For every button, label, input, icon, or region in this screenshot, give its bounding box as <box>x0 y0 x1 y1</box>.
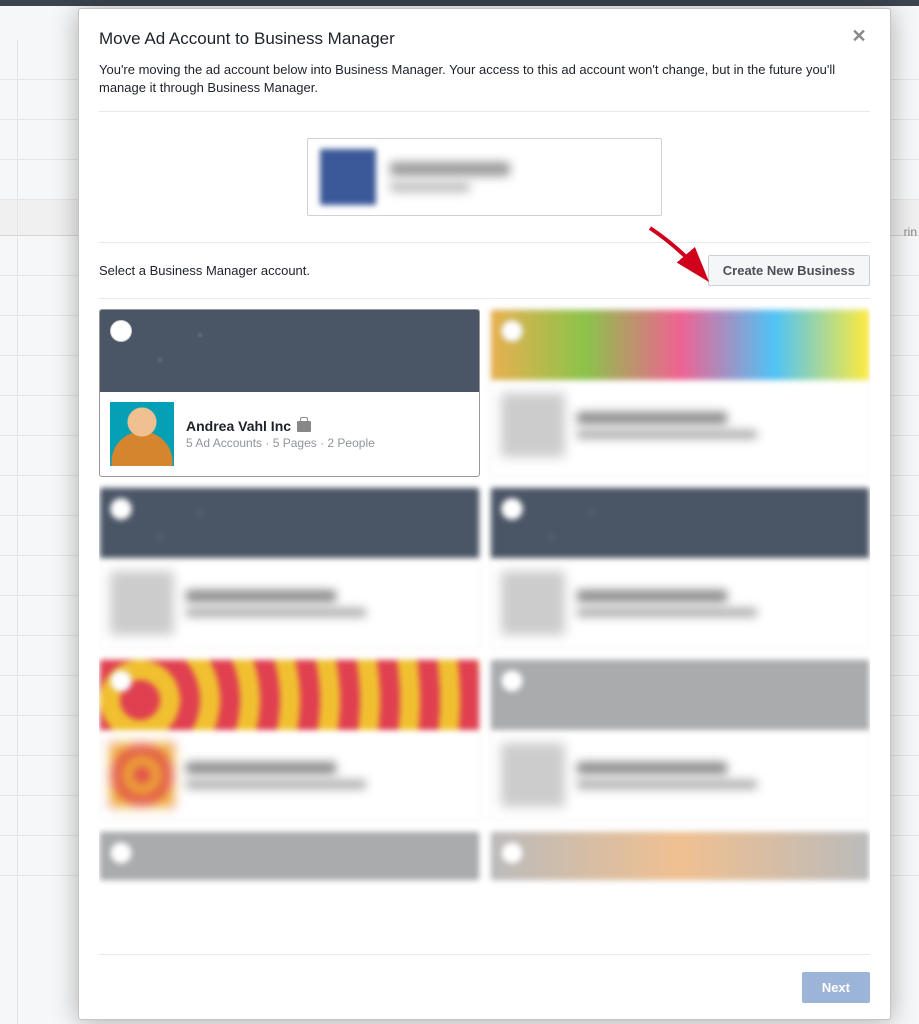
business-stats: 5 Ad Accounts · 5 Pages · 2 People <box>186 436 375 450</box>
modal-footer: Next <box>79 955 890 1019</box>
business-list[interactable]: Andrea Vahl Inc 5 Ad Accounts · 5 Pages … <box>99 298 870 944</box>
redacted-account-sub <box>390 182 470 192</box>
radio-icon[interactable] <box>501 320 523 342</box>
redacted-text <box>186 608 366 617</box>
redacted-text <box>186 780 366 789</box>
redacted-text <box>577 430 757 439</box>
next-button[interactable]: Next <box>802 972 870 1003</box>
close-icon[interactable]: ✕ <box>850 27 868 45</box>
select-business-label: Select a Business Manager account. <box>99 263 310 278</box>
business-card-andrea-vahl[interactable]: Andrea Vahl Inc 5 Ad Accounts · 5 Pages … <box>99 309 480 477</box>
radio-icon[interactable] <box>110 320 132 342</box>
redacted-text <box>577 412 727 424</box>
radio-icon[interactable] <box>110 498 132 520</box>
business-card-redacted[interactable] <box>99 659 480 821</box>
business-cover <box>491 832 870 881</box>
business-card-redacted[interactable] <box>490 831 871 881</box>
business-cover <box>100 832 479 881</box>
radio-icon[interactable] <box>110 670 132 692</box>
business-card-redacted[interactable] <box>490 309 871 477</box>
avatar <box>110 402 174 466</box>
briefcase-icon <box>297 421 311 432</box>
avatar <box>501 571 565 635</box>
business-cover <box>491 488 870 558</box>
avatar <box>501 393 565 457</box>
avatar <box>110 571 174 635</box>
redacted-text <box>577 762 727 774</box>
redacted-text <box>186 762 336 774</box>
avatar <box>501 743 565 807</box>
business-card-redacted[interactable] <box>490 487 871 649</box>
business-card-redacted[interactable] <box>490 659 871 821</box>
redacted-text <box>577 590 727 602</box>
modal-title: Move Ad Account to Business Manager <box>99 29 870 49</box>
business-card-redacted[interactable] <box>99 831 480 881</box>
business-cover <box>100 488 479 558</box>
radio-icon[interactable] <box>501 842 523 864</box>
radio-icon[interactable] <box>110 842 132 864</box>
ad-account-preview <box>307 138 662 216</box>
background-text-fragment: rin <box>904 225 917 239</box>
redacted-text <box>186 590 336 602</box>
radio-icon[interactable] <box>501 498 523 520</box>
radio-icon[interactable] <box>501 670 523 692</box>
redacted-account-name <box>390 162 510 176</box>
business-cover <box>491 660 870 730</box>
app-topbar <box>0 0 919 6</box>
redacted-text <box>577 608 757 617</box>
business-name: Andrea Vahl Inc <box>186 418 291 434</box>
redacted-text <box>577 780 757 789</box>
divider <box>99 242 870 243</box>
avatar <box>110 743 174 807</box>
modal-description: You're moving the ad account below into … <box>99 61 870 97</box>
divider <box>99 111 870 112</box>
move-account-modal: ✕ Move Ad Account to Business Manager Yo… <box>78 8 891 1020</box>
business-cover <box>491 310 870 380</box>
account-thumbnail <box>320 149 376 205</box>
business-card-redacted[interactable] <box>99 487 480 649</box>
business-cover <box>100 660 479 730</box>
business-cover <box>100 310 479 392</box>
create-new-business-button[interactable]: Create New Business <box>708 255 870 286</box>
